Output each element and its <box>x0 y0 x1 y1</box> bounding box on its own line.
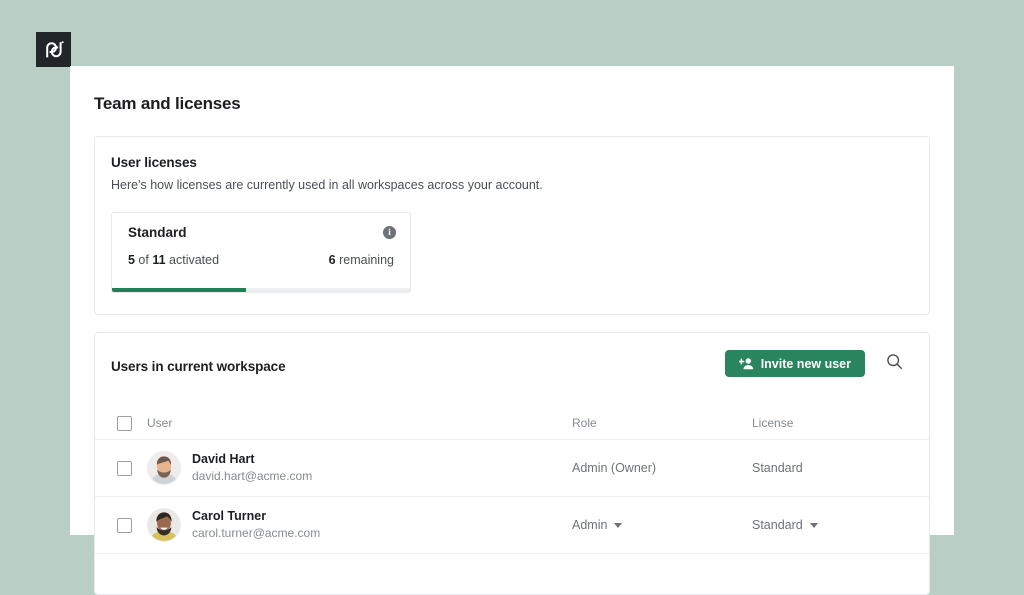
user-licenses-subtitle: Here's how licenses are currently used i… <box>111 178 543 192</box>
table-row[interactable]: David Hart david.hart@acme.com Admin (Ow… <box>95 439 929 497</box>
license-cell: Standard <box>752 439 929 497</box>
search-button[interactable] <box>879 348 909 378</box>
license-progress-fill <box>112 288 247 292</box>
column-header-user: User <box>147 407 572 440</box>
license-activated-text: 5 of 11 activated <box>128 253 219 267</box>
license-tile-standard[interactable]: Standard i 5 of 11 activated 6 remaining <box>111 212 411 293</box>
invite-new-user-label: Invite new user <box>760 356 851 371</box>
row-checkbox[interactable] <box>117 517 132 533</box>
invite-new-user-button[interactable]: Invite new user <box>724 350 865 377</box>
user-licenses-card: User licenses Here's how licenses are cu… <box>94 136 930 315</box>
person-add-icon <box>738 357 754 370</box>
select-all-checkbox[interactable] <box>117 415 132 431</box>
role-value: Admin <box>572 518 608 532</box>
row-select-cell <box>95 439 147 497</box>
license-used-count: 5 <box>128 253 135 267</box>
user-email: david.hart@acme.com <box>192 469 313 484</box>
table-header-row: User Role License <box>95 407 929 440</box>
search-icon <box>886 353 903 373</box>
row-select-cell <box>95 496 147 554</box>
screen-root: Team and licenses User licenses Here's h… <box>0 0 1024 595</box>
user-email: carol.turner@acme.com <box>192 526 321 541</box>
page-title: Team and licenses <box>94 94 241 113</box>
role-cell: Admin (Owner) <box>572 439 752 497</box>
license-cell: Standard <box>752 496 929 554</box>
users-table-head: User Role License <box>95 407 929 440</box>
license-used-mid: of <box>134 253 153 267</box>
users-card-header: Users in current workspace Invite new us… <box>95 333 929 407</box>
row-checkbox[interactable] <box>117 460 132 476</box>
chevron-down-icon <box>614 522 623 528</box>
license-dropdown[interactable]: Standard <box>752 518 818 532</box>
license-plan-name: Standard <box>128 225 187 240</box>
column-header-role: Role <box>572 407 752 440</box>
license-remaining-text: 6 remaining <box>329 253 394 267</box>
user-cell: Carol Turner carol.turner@acme.com <box>147 496 572 554</box>
users-table: User Role License David Hart david.hart@… <box>95 407 929 554</box>
license-remaining-suffix: remaining <box>335 253 394 267</box>
content-page: Team and licenses User licenses Here's h… <box>70 66 954 595</box>
avatar-david-hart <box>147 451 181 485</box>
license-total-count: 11 <box>152 253 166 267</box>
license-value: Standard <box>752 461 803 475</box>
table-row[interactable]: Carol Turner carol.turner@acme.com Admin <box>95 496 929 554</box>
info-icon[interactable]: i <box>383 226 396 239</box>
users-table-body: David Hart david.hart@acme.com Admin (Ow… <box>95 439 929 554</box>
user-cell: David Hart david.hart@acme.com <box>147 439 572 497</box>
pandadoc-logo[interactable] <box>36 32 71 67</box>
column-header-license: License <box>752 407 929 440</box>
users-card: Users in current workspace Invite new us… <box>94 332 930 595</box>
license-progress-track <box>112 288 410 292</box>
license-tile-header: Standard i <box>112 213 410 240</box>
user-name: David Hart <box>192 452 255 467</box>
chevron-down-icon <box>809 522 818 528</box>
role-cell: Admin <box>572 496 752 554</box>
role-dropdown[interactable]: Admin <box>572 518 623 532</box>
users-card-title: Users in current workspace <box>111 359 286 374</box>
license-stats: 5 of 11 activated 6 remaining <box>112 240 410 267</box>
license-used-suffix: activated <box>165 253 220 267</box>
user-licenses-title: User licenses <box>111 155 197 170</box>
user-name: Carol Turner <box>192 509 267 524</box>
role-value: Admin (Owner) <box>572 461 657 475</box>
license-remaining-count: 6 <box>328 253 336 267</box>
select-all-header <box>95 407 147 440</box>
avatar-carol-turner <box>147 508 181 542</box>
license-value: Standard <box>752 518 803 532</box>
